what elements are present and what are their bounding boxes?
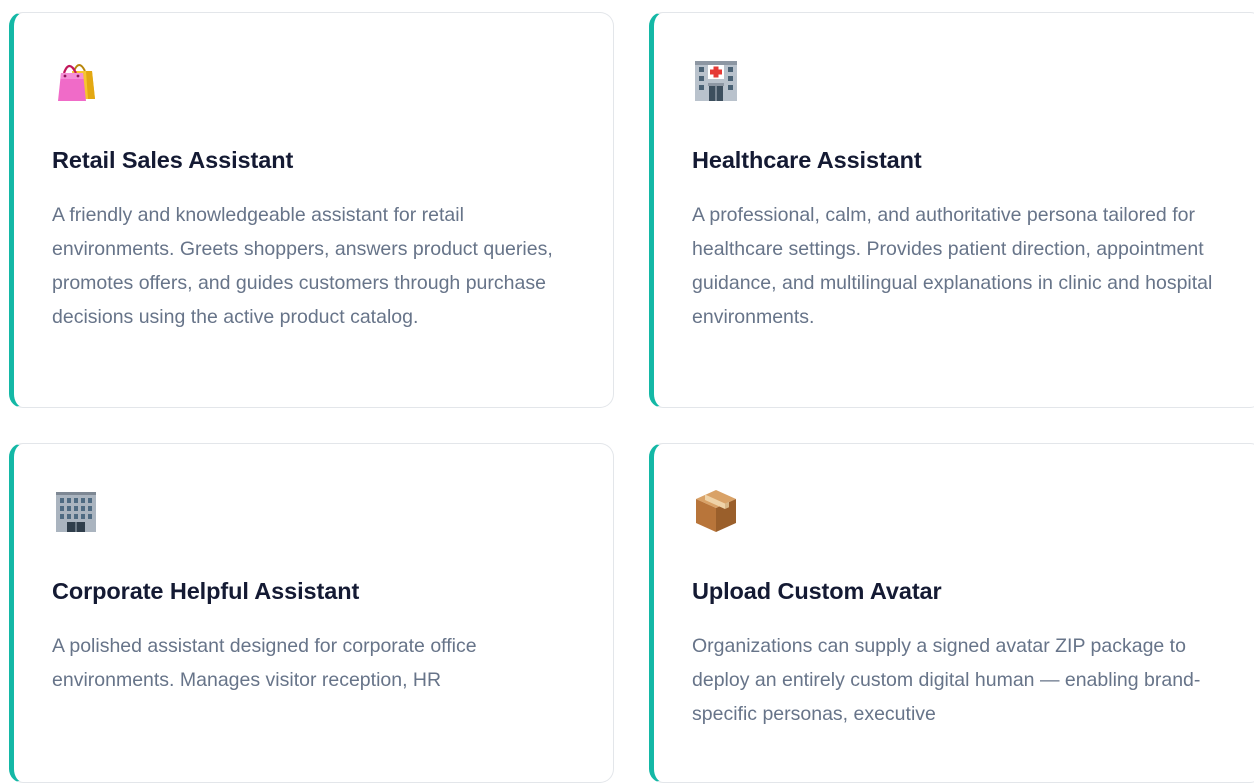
card-description: A professional, calm, and authoritative … (692, 204, 1213, 328)
card-description: A friendly and knowledgeable assistant f… (52, 204, 553, 328)
persona-card-corporate[interactable]: Corporate Helpful Assistant A polished a… (9, 443, 614, 783)
persona-card-upload-custom-avatar[interactable]: Upload Custom Avatar Organizations can s… (649, 443, 1254, 783)
package-icon (692, 486, 740, 534)
card-title: Corporate Helpful Assistant (52, 578, 360, 604)
card-description: Organizations can supply a signed avatar… (692, 635, 1201, 725)
persona-card-retail[interactable]: Retail Sales Assistant A friendly and kn… (9, 12, 614, 408)
card-title: Upload Custom Avatar (692, 578, 942, 604)
card-description: A polished assistant designed for corpor… (52, 635, 477, 691)
card-title: Retail Sales Assistant (52, 147, 294, 173)
card-title: Healthcare Assistant (692, 147, 922, 173)
persona-card-healthcare[interactable]: Healthcare Assistant A professional, cal… (649, 12, 1254, 408)
office-building-icon (52, 486, 100, 534)
shopping-bags-icon (52, 55, 100, 103)
hospital-icon (692, 55, 740, 103)
